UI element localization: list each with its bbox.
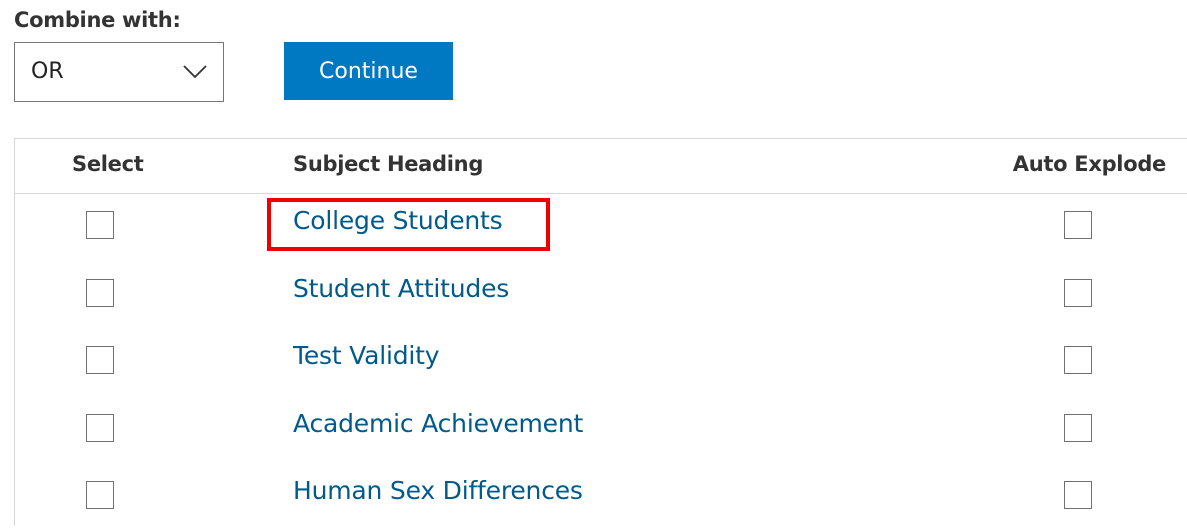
column-header-auto-explode: Auto Explode [1012,152,1167,176]
table-row: Test Validity [15,329,1187,396]
subject-heading-link[interactable]: Academic Achievement [293,409,583,438]
auto-explode-checkbox[interactable] [1064,279,1092,307]
auto-explode-checkbox[interactable] [1064,414,1092,442]
subject-heading-link[interactable]: College Students [293,206,503,235]
table-row: College Students [15,194,1187,261]
table-row: Academic Achievement [15,397,1187,464]
table-header: Select Subject Heading Auto Explode [15,139,1187,194]
auto-explode-checkbox[interactable] [1064,346,1092,374]
subject-heading-table: Select Subject Heading Auto Explode Coll… [14,138,1187,526]
select-checkbox[interactable] [86,481,114,509]
chevron-down-icon [183,65,207,79]
select-checkbox[interactable] [86,211,114,239]
subject-heading-link[interactable]: Student Attitudes [293,274,509,303]
auto-explode-checkbox[interactable] [1064,211,1092,239]
combine-with-label: Combine with: [14,8,181,32]
table-row: Student Attitudes [15,262,1187,329]
subject-heading-link[interactable]: Test Validity [293,341,440,370]
auto-explode-checkbox[interactable] [1064,481,1092,509]
column-header-subject-heading: Subject Heading [293,152,484,176]
subject-heading-link[interactable]: Human Sex Differences [293,476,583,505]
column-header-select: Select [72,152,144,176]
continue-button[interactable]: Continue [284,42,453,100]
combine-operator-select[interactable]: OR [14,42,224,102]
select-checkbox[interactable] [86,414,114,442]
table-row: Human Sex Differences [15,464,1187,531]
select-checkbox[interactable] [86,346,114,374]
select-checkbox[interactable] [86,279,114,307]
combine-operator-value: OR [31,59,64,84]
